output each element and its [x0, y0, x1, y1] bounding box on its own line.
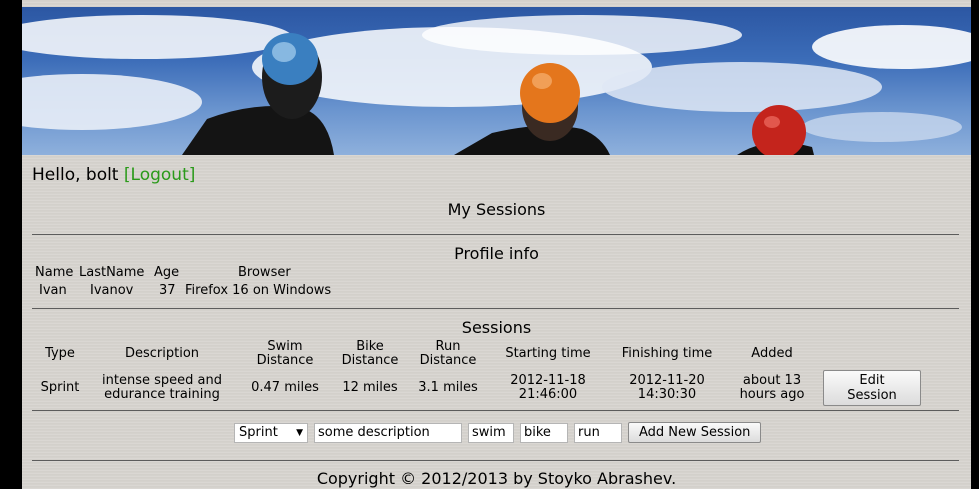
table-header-row: Type Description Swim Distance Bike Distan… [33, 339, 927, 369]
cell-finish: 2012-11-20 14:30:30 [629, 373, 705, 402]
cell-swim: 0.47 miles [251, 380, 319, 395]
cell-actions: Edit Session [817, 369, 927, 407]
logout-link[interactable]: [Logout] [124, 165, 195, 185]
edit-session-button[interactable]: Edit Session [823, 370, 921, 406]
divider [32, 308, 959, 309]
description-input[interactable] [314, 422, 462, 443]
new-session-form: Sprint ▼ Add New Session [234, 422, 762, 443]
session-type-select[interactable]: Sprint ▼ [234, 422, 308, 443]
greeting: Hello, bolt [Logout] [32, 165, 195, 185]
divider [32, 460, 959, 461]
col-finish: Finishing time [621, 346, 713, 361]
col-start: Starting time [505, 346, 591, 361]
profile-value-browser: Firefox 16 on Windows [185, 283, 332, 298]
col-actions [817, 339, 927, 369]
divider [32, 234, 959, 235]
run-input[interactable] [574, 422, 622, 443]
col-added: Added [751, 346, 793, 361]
profile-value-lastname: Ivanov [90, 283, 134, 298]
bike-input[interactable] [520, 422, 568, 443]
col-type: Type [45, 346, 75, 361]
add-new-session-button[interactable]: Add New Session [628, 422, 762, 443]
col-description: Description [124, 346, 200, 361]
profile-header-name: Name [35, 265, 74, 280]
divider [32, 410, 959, 411]
profile-title: Profile info [454, 244, 539, 263]
sessions-table: Type Description Swim Distance Bike Distan… [33, 339, 927, 407]
profile-value-name: Ivan [39, 283, 67, 298]
col-bike: Bike Distance [341, 339, 399, 368]
profile-header-lastname: LastName [79, 265, 145, 280]
col-swim: Swim Distance [256, 339, 314, 368]
session-type-value: Sprint [239, 425, 278, 440]
col-run: Run Distance [419, 339, 477, 368]
header-banner [22, 7, 971, 155]
profile-header-age: Age [154, 265, 180, 280]
banner-image [22, 15, 971, 155]
cell-run: 3.1 miles [418, 380, 478, 395]
page-title: My Sessions [447, 200, 546, 219]
cell-type: Sprint [40, 380, 80, 395]
chevron-down-icon: ▼ [296, 427, 303, 438]
profile-value-age: 37 [159, 283, 176, 298]
profile-header-browser: Browser [238, 265, 291, 280]
cell-description: intense speed and edurance training [102, 373, 222, 402]
sessions-title: Sessions [461, 318, 532, 337]
cell-added: about 13 hours ago [739, 373, 805, 402]
footer-copyright: Copyright © 2012/2013 by Stoyko Abrashev… [316, 469, 677, 488]
cell-bike: 12 miles [342, 380, 398, 395]
table-row: Sprint intense speed and edurance trainin… [33, 369, 927, 407]
cell-start: 2012-11-18 21:46:00 [510, 373, 586, 402]
greeting-text: Hello, bolt [32, 165, 119, 185]
swim-input[interactable] [468, 422, 514, 443]
